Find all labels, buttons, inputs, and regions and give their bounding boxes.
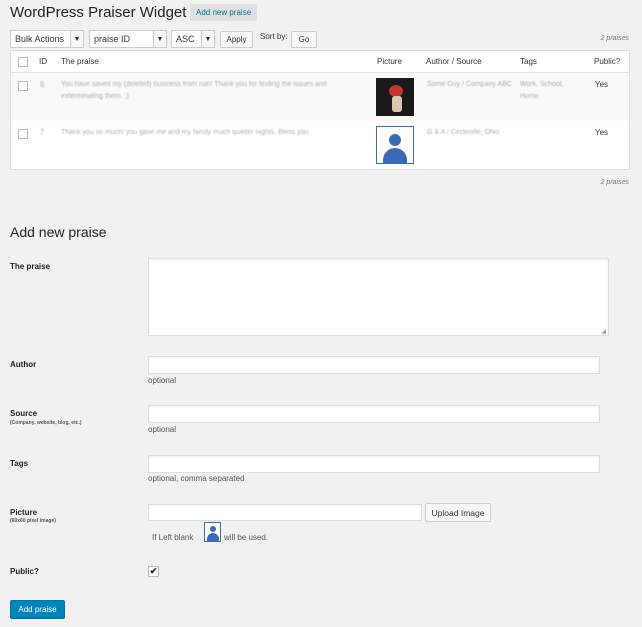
author-label: Author (10, 360, 37, 369)
tags-hint: optional, comma separated (148, 474, 245, 483)
table-header-row: ID The praise Picture Author / Source Ta… (11, 51, 629, 73)
row-public: Yes (595, 80, 609, 89)
column-header-tags[interactable]: Tags (520, 57, 537, 66)
chevron-down-icon: ▼ (70, 31, 83, 47)
table-row: 6 You have saved my (deleted) business f… (11, 73, 629, 121)
default-avatar-small-icon (204, 522, 221, 542)
tags-label: Tags (10, 459, 29, 468)
row-author: G & A / Circleville, Ohio (427, 129, 500, 136)
column-header-public[interactable]: Public? (594, 57, 620, 66)
praise-label: The praise (10, 262, 51, 271)
item-count-bottom: 2 praises (600, 179, 629, 186)
public-label: Public? (10, 567, 39, 576)
item-count-top: 2 praises (600, 35, 629, 42)
row-checkbox[interactable] (18, 129, 28, 139)
column-header-praise[interactable]: The praise (61, 57, 99, 66)
row-author: Some Guy / Company ABC (427, 81, 512, 88)
form-heading: Add new praise (10, 224, 107, 240)
praise-table: ID The praise Picture Author / Source Ta… (10, 50, 630, 170)
row-public: Yes (595, 128, 609, 137)
bulk-actions-value: Bulk Actions (15, 34, 65, 44)
chevron-down-icon: ▼ (153, 31, 166, 47)
add-praise-button[interactable]: Add praise (10, 600, 65, 619)
row-picture-photo (376, 78, 414, 116)
resize-handle-icon[interactable]: ◢ (601, 328, 606, 335)
add-new-praise-link[interactable]: Add new praise (190, 4, 258, 21)
avatar-head (389, 134, 401, 146)
order-select[interactable]: ASC ▼ (171, 30, 215, 48)
author-input[interactable] (148, 356, 600, 374)
left-blank-suffix: will be used. (224, 533, 269, 542)
go-button[interactable]: Go (291, 31, 317, 48)
page-title: WordPress Praiser Widget (10, 4, 187, 21)
row-id: 7 (40, 128, 45, 137)
upload-image-button[interactable]: Upload Image (425, 503, 491, 522)
default-avatar-icon (376, 126, 414, 164)
row-tags: Work, School, Home (520, 81, 564, 100)
checkmark-icon: ✔ (149, 566, 158, 576)
avatar-body (207, 533, 219, 541)
apply-button[interactable]: Apply (220, 31, 253, 48)
column-header-id[interactable]: ID (39, 57, 47, 66)
select-all-checkbox[interactable] (18, 57, 28, 67)
tags-input[interactable] (148, 455, 600, 473)
bulk-actions-select[interactable]: Bulk Actions ▼ (10, 30, 84, 48)
row-praise-text[interactable]: Thank you so much! you gave me and my fa… (61, 127, 371, 139)
public-checkbox[interactable]: ✔ (148, 566, 159, 577)
column-header-author[interactable]: Author / Source (426, 57, 482, 66)
picture-url-input[interactable] (148, 504, 422, 521)
avatar-body (383, 148, 407, 163)
picture-label: Picture (10, 508, 38, 517)
source-hint: optional (148, 425, 177, 434)
table-row: 7 Thank you so much! you gave me and my … (11, 121, 629, 170)
author-hint: optional (148, 376, 177, 385)
picture-sublabel: (60x60 pixel image) (10, 518, 56, 524)
source-label: Source (10, 409, 38, 418)
row-checkbox[interactable] (18, 81, 28, 91)
avatar-head (210, 526, 216, 532)
sortby-label: Sort by: (260, 32, 288, 41)
column-header-picture: Picture (377, 57, 402, 66)
orderby-select[interactable]: praise ID ▼ (89, 30, 167, 48)
orderby-value: praise ID (94, 34, 131, 44)
praise-textarea[interactable]: ◢ (148, 258, 609, 336)
photo-subject-body (392, 96, 402, 112)
row-id: 6 (40, 80, 45, 89)
chevron-down-icon: ▼ (201, 31, 214, 47)
source-sublabel: (Company, website, blog, etc.) (10, 420, 82, 426)
order-value: ASC (176, 34, 195, 44)
row-praise-text[interactable]: You have saved my (deleted) business fro… (61, 79, 361, 103)
left-blank-prefix: If Left blank (152, 533, 194, 542)
source-input[interactable] (148, 405, 600, 423)
